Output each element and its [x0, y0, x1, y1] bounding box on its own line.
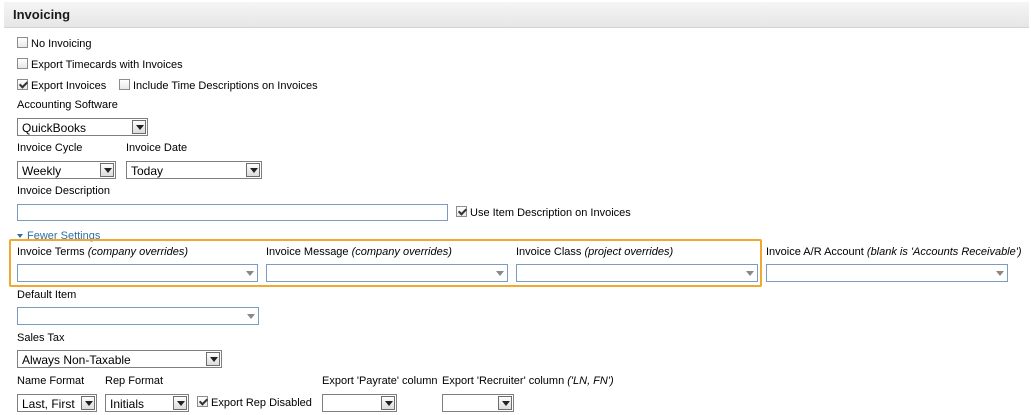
invoice-description-input[interactable] — [17, 204, 448, 221]
use-item-desc-label: Use Item Description on Invoices — [470, 207, 631, 219]
invoice-cycle-value: Weekly — [22, 164, 62, 178]
export-invoices-label: Export Invoices — [31, 80, 107, 92]
chevron-down-icon[interactable] — [243, 309, 257, 323]
export-recruiter-label: Export 'Recruiter' column ('LN, FN') — [442, 375, 614, 387]
rep-format-select[interactable]: Initials — [105, 394, 189, 412]
export-recruiter-label-text: Export 'Recruiter' column — [442, 375, 565, 387]
export-recruiter-select[interactable] — [442, 394, 514, 412]
no-invoicing-checkbox[interactable] — [17, 37, 28, 48]
rep-format-value: Initials — [110, 397, 145, 411]
invoice-class-note: (project overrides) — [584, 246, 674, 258]
chevron-down-icon[interactable] — [992, 266, 1006, 280]
invoice-class-label: Invoice Class (project overrides) — [516, 246, 673, 258]
default-item-label: Default Item — [17, 289, 77, 301]
use-item-desc-checkbox[interactable] — [456, 206, 467, 217]
no-invoicing-label: No Invoicing — [31, 38, 92, 50]
chevron-down-icon[interactable] — [742, 266, 756, 280]
chevron-down-icon[interactable] — [81, 396, 95, 410]
section-title: Invoicing — [13, 7, 71, 22]
export-payrate-select[interactable] — [322, 394, 397, 412]
export-timecards-label: Export Timecards with Invoices — [31, 59, 183, 71]
invoice-message-select[interactable] — [266, 264, 508, 282]
chevron-down-icon[interactable] — [492, 266, 506, 280]
invoicing-panel: Invoicing No Invoicing Export Timecards … — [0, 0, 1031, 415]
accounting-software-value: QuickBooks — [22, 121, 87, 135]
chevron-down-icon[interactable] — [100, 163, 114, 177]
invoice-ar-account-label-text: Invoice A/R Account — [766, 246, 864, 258]
chevron-down-icon[interactable] — [206, 352, 220, 366]
sales-tax-label: Sales Tax — [17, 332, 65, 344]
rep-format-label: Rep Format — [105, 375, 164, 387]
invoice-message-label-text: Invoice Message — [266, 246, 349, 258]
chevron-down-icon[interactable] — [132, 120, 146, 134]
name-format-label: Name Format — [17, 375, 85, 387]
export-payrate-label: Export 'Payrate' column — [322, 375, 438, 387]
include-time-desc-checkbox[interactable] — [119, 79, 130, 90]
default-item-select[interactable] — [17, 307, 259, 325]
invoice-cycle-select[interactable]: Weekly — [17, 161, 116, 179]
invoice-message-note: (company overrides) — [351, 246, 452, 258]
chevron-down-icon[interactable] — [381, 396, 395, 410]
invoice-date-label: Invoice Date — [126, 142, 188, 154]
invoice-class-select[interactable] — [516, 264, 758, 282]
include-time-desc-label: Include Time Descriptions on Invoices — [133, 80, 318, 92]
name-format-select[interactable]: Last, First — [17, 394, 97, 412]
collapse-triangle-icon[interactable] — [17, 234, 23, 238]
chevron-down-icon[interactable] — [246, 163, 260, 177]
invoice-cycle-label: Invoice Cycle — [17, 142, 83, 154]
invoice-ar-account-select[interactable] — [766, 264, 1008, 282]
invoice-ar-account-note: (blank is 'Accounts Receivable') — [866, 246, 1022, 258]
accounting-software-label: Accounting Software — [17, 99, 118, 111]
export-rep-disabled-label: Export Rep Disabled — [211, 397, 312, 409]
invoice-terms-note: (company overrides) — [87, 246, 188, 258]
sales-tax-select[interactable]: Always Non-Taxable — [17, 350, 222, 368]
invoice-date-value: Today — [131, 164, 164, 178]
export-timecards-checkbox[interactable] — [17, 58, 28, 69]
section-header: Invoicing — [4, 2, 1029, 28]
invoice-terms-label-text: Invoice Terms — [17, 246, 85, 258]
chevron-down-icon[interactable] — [498, 396, 512, 410]
invoice-terms-label: Invoice Terms (company overrides) — [17, 246, 188, 258]
accounting-software-select[interactable]: QuickBooks — [17, 118, 148, 136]
chevron-down-icon[interactable] — [173, 396, 187, 410]
invoice-class-label-text: Invoice Class — [516, 246, 582, 258]
invoice-ar-account-label: Invoice A/R Account (blank is 'Accounts … — [766, 246, 1022, 258]
sales-tax-value: Always Non-Taxable — [22, 353, 131, 367]
export-recruiter-note: ('LN, FN') — [567, 375, 614, 387]
export-invoices-checkbox[interactable] — [17, 79, 28, 90]
export-rep-disabled-checkbox[interactable] — [197, 396, 208, 407]
chevron-down-icon[interactable] — [242, 266, 256, 280]
invoice-description-label: Invoice Description — [17, 185, 110, 197]
invoice-date-select[interactable]: Today — [126, 161, 262, 179]
invoice-terms-select[interactable] — [17, 264, 258, 282]
invoice-message-label: Invoice Message (company overrides) — [266, 246, 452, 258]
name-format-value: Last, First — [22, 397, 75, 411]
